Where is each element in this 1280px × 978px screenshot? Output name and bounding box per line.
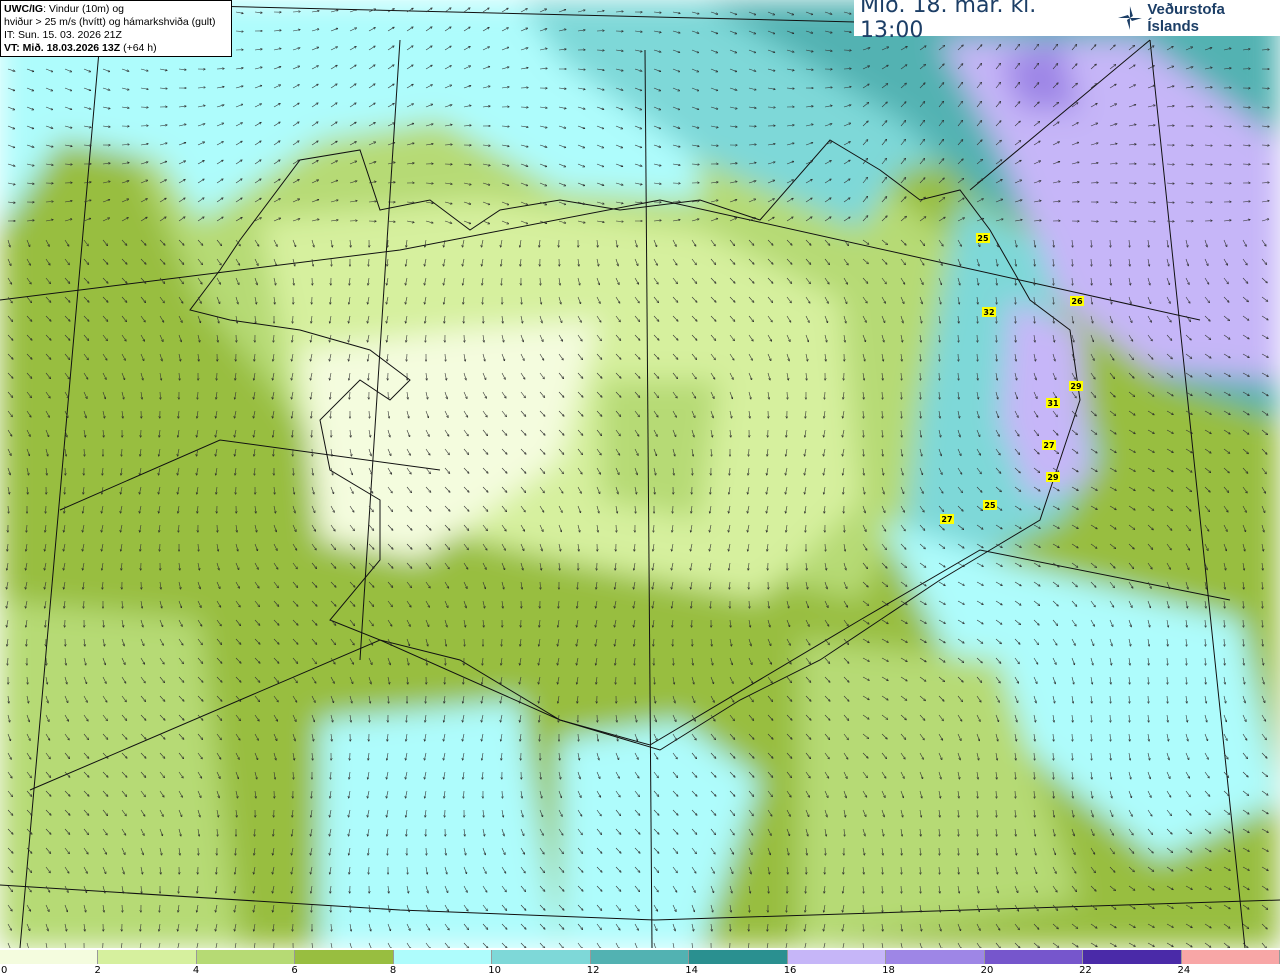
gust-value: 25 — [977, 234, 989, 243]
lead-time: (+64 h) — [120, 42, 157, 54]
legend-tick: 24 — [1177, 965, 1191, 976]
legend-tick: 14 — [685, 965, 698, 976]
legend-swatch — [689, 950, 788, 964]
initial-time: IT: Sun. 15. 03. 2026 21Z — [4, 29, 122, 41]
legend-tick: 6 — [291, 965, 298, 976]
valid-time-title: Mið. 18. mar. kl. 13:00 — [860, 0, 1037, 43]
legend-tick: 20 — [980, 965, 994, 976]
legend-swatch — [1181, 950, 1280, 964]
legend-swatch — [886, 950, 985, 964]
legend-tick: 4 — [192, 965, 200, 976]
valid-time: VT: Mið. 18.03.2026 13Z — [4, 42, 121, 54]
wind-speed-field — [0, 0, 1280, 948]
map-info-box: UWC/IG: Vindur (10m) og hviður > 25 m/s … — [0, 0, 232, 57]
gust-value: 31 — [1047, 399, 1059, 408]
legend-tick: 22 — [1079, 965, 1092, 976]
gust-value: 29 — [1070, 382, 1082, 391]
legend-swatch — [590, 950, 690, 964]
legend-swatch — [98, 950, 197, 964]
gust-value: 26 — [1071, 297, 1083, 306]
gust-value: 27 — [941, 515, 952, 524]
legend-swatch — [984, 950, 1084, 964]
gust-value: 27 — [1043, 441, 1054, 450]
legend-swatch — [393, 950, 493, 964]
legend-tick: 16 — [783, 965, 797, 976]
legend-tick: 8 — [389, 965, 397, 976]
title-box: Mið. 18. mar. kl. 13:00 Veðurstofa Íslan… — [854, 0, 1280, 43]
legend-tick: 0 — [1, 965, 8, 976]
legend-tick: 18 — [882, 965, 895, 976]
wind-map: 25 32 26 29 31 27 29 25 27 — [0, 0, 1280, 948]
gust-value: 32 — [983, 308, 994, 317]
color-legend: 0 2 4 6 8 10 12 14 16 18 20 22 24 — [0, 948, 1280, 978]
logo-text: Veðurstofa Íslands — [1147, 1, 1225, 35]
legend-tick: 12 — [586, 965, 600, 976]
legend-tick: 2 — [94, 965, 101, 976]
legend-swatch — [295, 950, 394, 964]
description-line1: : Vindur (10m) og — [43, 3, 125, 15]
legend-swatch — [492, 950, 591, 964]
legend-swatch — [196, 950, 296, 964]
legend-swatch — [0, 950, 99, 964]
gust-value: 29 — [1047, 473, 1059, 482]
gust-value: 25 — [984, 501, 996, 510]
legend-swatch — [787, 950, 887, 964]
vedur-logo: Veðurstofa Íslands — [1117, 1, 1280, 35]
description-line2: hviður > 25 m/s (hvítt) og hámarkshviða … — [4, 16, 216, 28]
legend-swatch — [1083, 950, 1182, 964]
legend-tick: 10 — [488, 965, 502, 976]
model-name: UWC/IG — [4, 3, 44, 15]
compass-star-icon — [1118, 6, 1143, 30]
